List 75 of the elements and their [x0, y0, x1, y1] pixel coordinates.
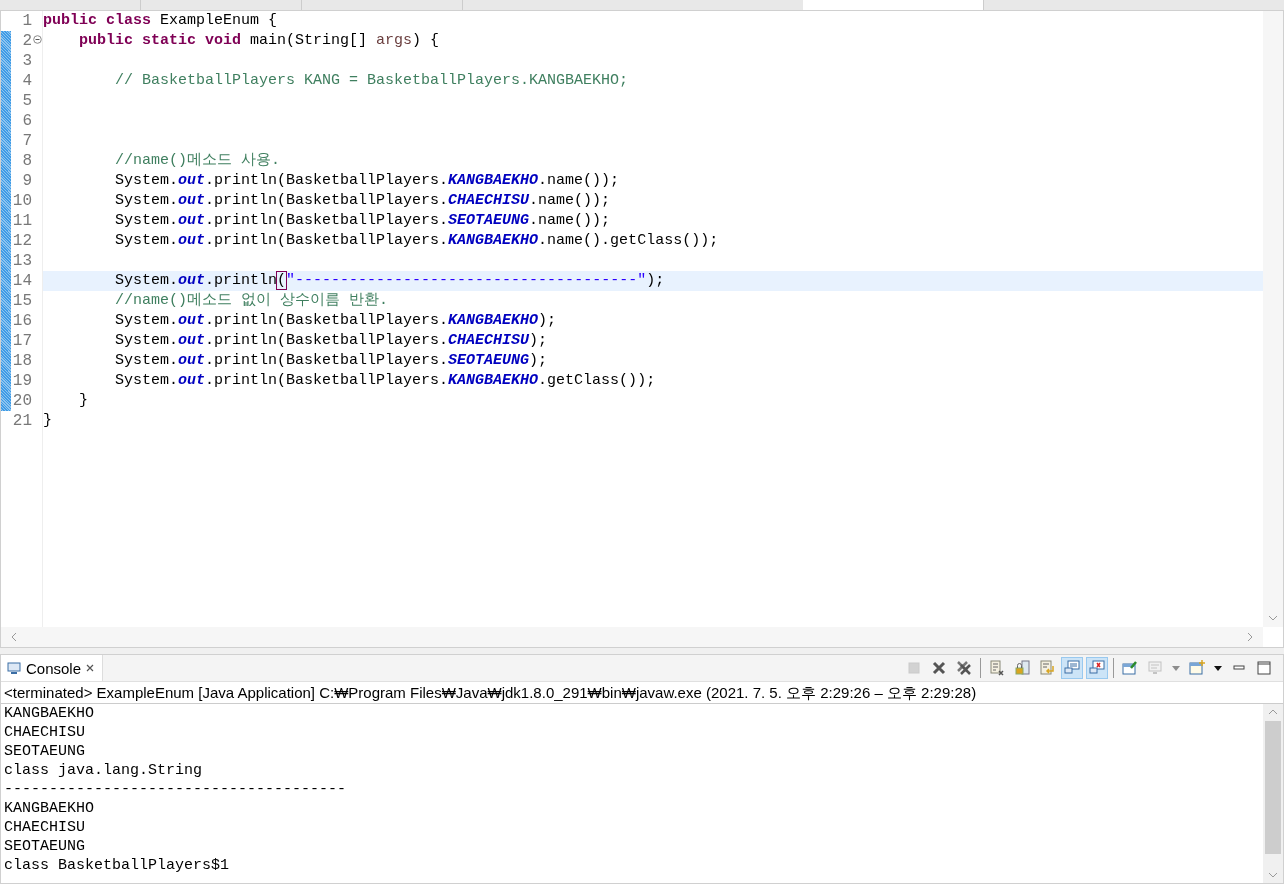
line-number: 14	[12, 271, 32, 291]
code-line: }	[43, 411, 52, 431]
caret-icon	[1172, 665, 1180, 671]
horizontal-scrollbar[interactable]	[1, 627, 1263, 647]
close-icon[interactable]	[86, 664, 95, 672]
stop-icon	[906, 660, 922, 676]
console-output-line: KANGBAEKHO	[4, 799, 95, 818]
wrap-document-icon	[1039, 660, 1055, 676]
scroll-right-icon[interactable]	[1247, 632, 1253, 642]
line-number: 5	[22, 91, 32, 111]
monitor-icon	[7, 661, 21, 675]
line-number: 12	[12, 231, 32, 251]
clear-document-icon	[989, 660, 1005, 676]
code-line: System.out.println(BasketballPlayers.KANGBAEKHO);	[114, 311, 557, 331]
console-output-line: SEOTAEUNG	[4, 837, 86, 856]
code-line: //name()메소드 사용.	[114, 151, 281, 171]
show-error-button[interactable]	[1086, 657, 1108, 679]
close-icon	[931, 660, 947, 676]
code-line: System.out.println(BasketballPlayers.SEOTAEUNG.name());	[114, 211, 611, 231]
line-number: 21	[12, 411, 32, 431]
double-x-icon	[956, 660, 972, 676]
code-line: System.out.println("--------------------------------------");	[114, 271, 665, 291]
code-line: System.out.println(BasketballPlayers.KANGBAEKHO.name());	[114, 171, 620, 191]
code-line: System.out.println(BasketballPlayers.KANGBAEKHO.getClass());	[114, 371, 656, 391]
line-number: 7	[22, 131, 32, 151]
console-output-line: class BasketballPlayers$1	[4, 856, 231, 875]
line-number: 1	[22, 11, 32, 31]
line-number: 11	[12, 211, 32, 231]
code-line: public class ExampleEnum {	[43, 11, 278, 31]
console-output-line: SEOTAEUNG	[4, 742, 86, 761]
code-line: System.out.println(BasketballPlayers.SEOTAEUNG);	[114, 351, 548, 371]
code-line: //name()메소드 없이 상수이름 반환.	[114, 291, 389, 311]
console-output-line: --------------------------------------	[4, 780, 348, 799]
console-output-line: CHAECHISU	[4, 723, 86, 742]
line-number: 17	[12, 331, 32, 351]
line-number: 6	[22, 111, 32, 131]
console-output-line: CHAECHISU	[4, 818, 86, 837]
scroll-down-icon[interactable]	[1268, 872, 1278, 878]
code-line: System.out.println(BasketballPlayers.CHAECHISU);	[114, 331, 548, 351]
line-number: 13	[12, 251, 32, 271]
line-number: 2	[22, 31, 32, 51]
pin-icon	[1122, 660, 1138, 676]
monitor-message-icon	[1064, 660, 1080, 676]
monitor-icon	[1147, 660, 1163, 676]
monitor-error-icon	[1089, 660, 1105, 676]
code-line: }	[78, 391, 88, 411]
scroll-left-icon[interactable]	[11, 632, 17, 642]
vertical-scrollbar[interactable]	[1263, 704, 1283, 883]
vertical-scrollbar[interactable]	[1263, 11, 1283, 627]
show-output-button[interactable]	[1061, 657, 1083, 679]
code-line: // BasketballPlayers KANG = BasketballPlayers.KANGBAEKHO;	[114, 71, 629, 91]
console-tab[interactable]: Console	[1, 655, 104, 681]
new-window-icon	[1189, 660, 1205, 676]
lock-icon	[1014, 660, 1030, 676]
console-output-line: KANGBAEKHO	[4, 704, 95, 723]
line-number: 18	[12, 351, 32, 371]
line-number: 19	[12, 371, 32, 391]
code-line: System.out.println(BasketballPlayers.CHAECHISU.name());	[114, 191, 611, 211]
code-line: public static void main(String[] args) {	[78, 31, 440, 51]
caret-icon	[1214, 665, 1222, 671]
tab-label: Console	[26, 659, 82, 677]
line-number: 10	[12, 191, 32, 211]
scroll-up-icon[interactable]	[1268, 709, 1278, 715]
code-line: System.out.println(BasketballPlayers.KANGBAEKHO.name().getClass());	[114, 231, 719, 251]
scroll-down-icon[interactable]	[1268, 615, 1278, 621]
line-number: 9	[22, 171, 32, 191]
collapse-icon[interactable]	[33, 35, 42, 44]
line-number: 20	[12, 391, 32, 411]
line-number: 16	[12, 311, 32, 331]
console-output-line: class java.lang.String	[4, 761, 204, 780]
line-number: 15	[12, 291, 32, 311]
line-number: 3	[22, 51, 32, 71]
maximize-icon	[1256, 660, 1272, 676]
line-number: 8	[22, 151, 32, 171]
line-number: 4	[22, 71, 32, 91]
